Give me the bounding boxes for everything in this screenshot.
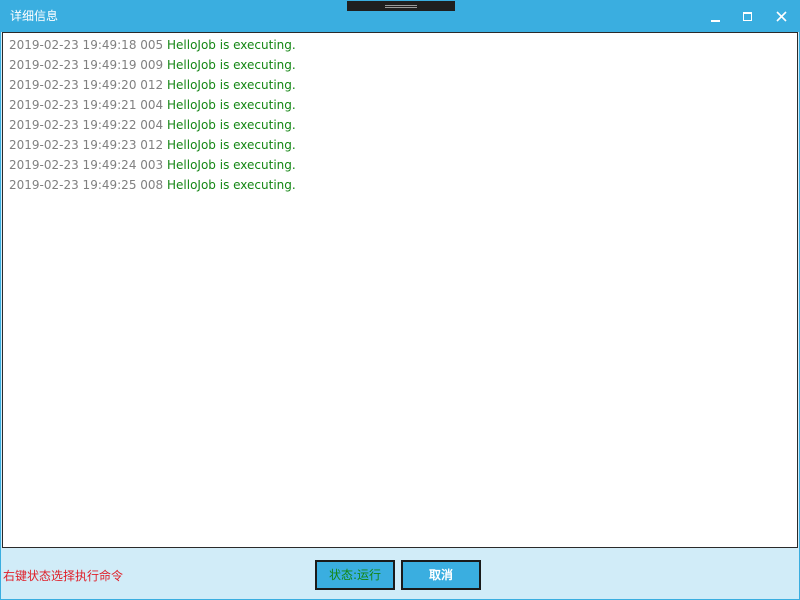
log-timestamp: 2019-02-23 19:49:23 012 <box>9 138 164 152</box>
title-bar[interactable]: 详细信息 <box>1 1 799 32</box>
log-timestamp: 2019-02-23 19:49:18 005 <box>9 38 164 52</box>
log-message: HelloJob is executing. <box>167 158 296 172</box>
window-title: 详细信息 <box>10 9 59 23</box>
log-entry: 2019-02-23 19:49:25 008 HelloJob is exec… <box>9 175 797 195</box>
log-message: HelloJob is executing. <box>167 38 296 52</box>
close-icon[interactable] <box>771 6 793 28</box>
log-message: HelloJob is executing. <box>167 138 296 152</box>
log-panel[interactable]: 2019-02-23 19:49:18 005 HelloJob is exec… <box>2 32 798 548</box>
log-message: HelloJob is executing. <box>167 98 296 112</box>
log-timestamp: 2019-02-23 19:49:25 008 <box>9 178 164 192</box>
cancel-button[interactable]: 取消 <box>401 560 481 590</box>
log-timestamp: 2019-02-23 19:49:20 012 <box>9 78 164 92</box>
log-message: HelloJob is executing. <box>167 78 296 92</box>
drag-grip-icon[interactable] <box>347 1 455 11</box>
log-message: HelloJob is executing. <box>167 178 296 192</box>
log-entry: 2019-02-23 19:49:20 012 HelloJob is exec… <box>9 75 797 95</box>
context-menu-hint: 右键状态选择执行命令 <box>3 569 124 583</box>
log-list: 2019-02-23 19:49:18 005 HelloJob is exec… <box>3 33 797 195</box>
log-entry: 2019-02-23 19:49:18 005 HelloJob is exec… <box>9 35 797 55</box>
log-message: HelloJob is executing. <box>167 58 296 72</box>
log-entry: 2019-02-23 19:49:24 003 HelloJob is exec… <box>9 155 797 175</box>
log-timestamp: 2019-02-23 19:49:21 004 <box>9 98 164 112</box>
log-timestamp: 2019-02-23 19:49:24 003 <box>9 158 164 172</box>
log-entry: 2019-02-23 19:49:21 004 HelloJob is exec… <box>9 95 797 115</box>
log-entry: 2019-02-23 19:49:22 004 HelloJob is exec… <box>9 115 797 135</box>
details-window: 详细信息 2019-02-23 19:49:18 005 HelloJob is… <box>0 0 800 600</box>
minimize-icon[interactable] <box>705 6 727 28</box>
log-entry: 2019-02-23 19:49:19 009 HelloJob is exec… <box>9 55 797 75</box>
log-entry: 2019-02-23 19:49:23 012 HelloJob is exec… <box>9 135 797 155</box>
log-message: HelloJob is executing. <box>167 118 296 132</box>
log-timestamp: 2019-02-23 19:49:19 009 <box>9 58 164 72</box>
status-button[interactable]: 状态:运行 <box>315 560 395 590</box>
maximize-icon[interactable] <box>737 6 759 28</box>
log-timestamp: 2019-02-23 19:49:22 004 <box>9 118 164 132</box>
